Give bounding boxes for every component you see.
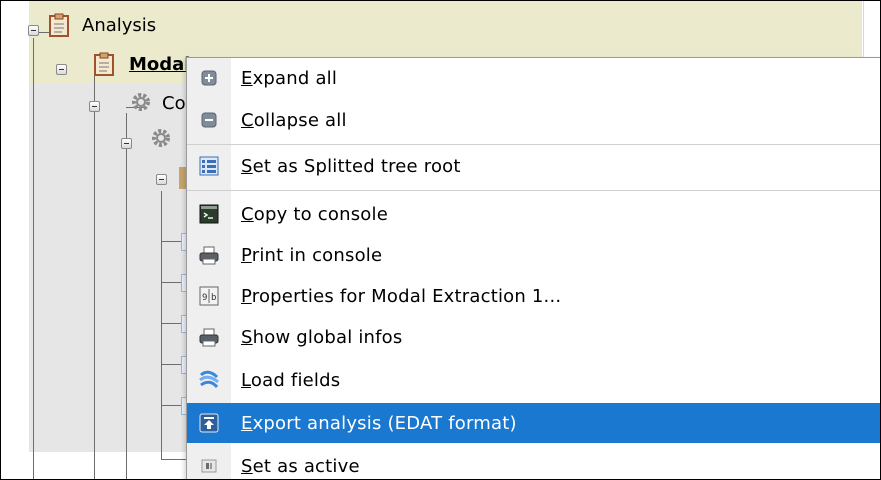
export-icon	[198, 412, 220, 434]
menu-item-properties[interactable]: 9b Properties for Modal Extraction 1...	[187, 276, 880, 316]
collapse-toggle-modal[interactable]	[56, 64, 67, 75]
menu-item-load-fields[interactable]: Load fields	[187, 360, 880, 400]
tree-line	[33, 38, 34, 479]
menu-item-label: Set as Splitted tree root	[241, 155, 461, 177]
tree-line	[94, 75, 95, 479]
gear-icon	[152, 129, 170, 147]
menu-item-label: Show global infos	[241, 326, 403, 348]
collapse-toggle[interactable]	[121, 138, 132, 149]
expand-all-icon	[198, 67, 220, 89]
set-active-icon	[198, 455, 220, 477]
menu-item-export-analysis[interactable]: Export analysis (EDAT format)	[187, 403, 880, 443]
svg-text:9: 9	[202, 293, 207, 303]
menu-item-set-splitted-tree-root[interactable]: Set as Splitted tree root	[187, 146, 880, 186]
collapse-all-icon	[198, 109, 220, 131]
menu-item-collapse-all[interactable]: Collapse all	[187, 100, 880, 140]
menu-item-label: Expand all	[241, 67, 338, 89]
menu-separator	[187, 144, 880, 145]
menu-separator	[187, 190, 880, 191]
clipboard-icon	[94, 52, 114, 76]
tree-node-partial[interactable]: Co	[162, 93, 186, 114]
tree-panel: Analysis Modal Extraction 1 Co Expand al…	[0, 0, 881, 480]
menu-item-show-global-infos[interactable]: Show global infos	[187, 317, 880, 357]
menu-item-label: Properties for Modal Extraction 1...	[241, 285, 562, 307]
collapse-toggle[interactable]	[89, 101, 100, 112]
console-icon	[198, 203, 220, 225]
tree-list-icon	[198, 155, 220, 177]
collapse-toggle-analysis[interactable]	[28, 25, 39, 36]
tree-line	[161, 459, 187, 460]
menu-item-label: Load fields	[241, 369, 341, 391]
tree-line	[161, 191, 162, 459]
properties-icon: 9b	[198, 285, 220, 307]
menu-item-expand-all[interactable]: Expand all	[187, 58, 880, 98]
menu-item-print-in-console[interactable]: Print in console	[187, 235, 880, 275]
printer-icon	[198, 244, 220, 266]
tree-line	[126, 113, 127, 479]
menu-item-label: Copy to console	[241, 203, 388, 225]
menu-item-label: Collapse all	[241, 109, 347, 131]
printer-icon	[198, 326, 220, 348]
menu-item-label: Export analysis (EDAT format)	[241, 412, 517, 434]
menu-item-set-as-active[interactable]: Set as active	[187, 446, 880, 479]
tree-node-analysis[interactable]: Analysis	[82, 15, 156, 36]
clipboard-icon	[49, 13, 69, 37]
gear-icon	[132, 93, 150, 111]
menu-item-label: Set as active	[241, 455, 360, 477]
menu-item-label: Print in console	[241, 244, 383, 266]
folder-icon	[179, 167, 186, 189]
svg-text:b: b	[211, 293, 216, 303]
menu-item-copy-to-console[interactable]: Copy to console	[187, 194, 880, 234]
context-menu: Expand all Collapse all Set as Splitted …	[186, 57, 880, 479]
load-fields-icon	[198, 369, 220, 391]
collapse-toggle[interactable]	[156, 174, 167, 185]
